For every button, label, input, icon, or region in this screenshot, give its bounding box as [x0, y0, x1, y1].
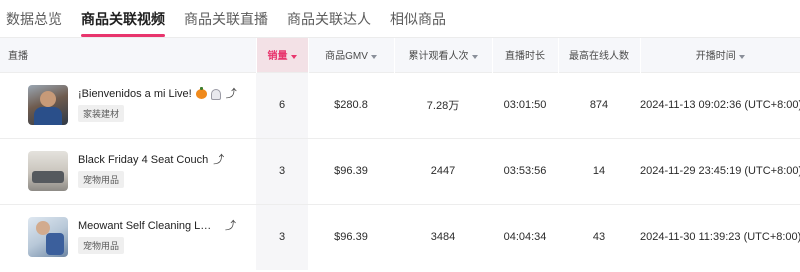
start-time-value: 2024-11-29 23:45:19 (UTC+8:00) [640, 137, 800, 204]
sales-value: 3 [256, 137, 308, 204]
peak-online-value: 43 [558, 203, 640, 270]
column-header-start-time[interactable]: 开播时间 [639, 38, 800, 72]
sales-value: 3 [256, 203, 308, 270]
live-thumbnail[interactable] [28, 85, 68, 125]
ghost-icon [210, 88, 221, 100]
duration-value: 03:53:56 [492, 137, 558, 204]
live-thumbnail[interactable] [28, 151, 68, 191]
views-value: 7.28万 [394, 71, 492, 138]
category-tag: 宠物用品 [78, 237, 125, 255]
live-cell[interactable]: Black Friday 4 Seat Couch ⤴ 宠物用品 [0, 151, 256, 191]
sort-caret-icon [370, 54, 377, 59]
duration-value: 03:01:50 [492, 71, 558, 138]
duration-value: 04:04:34 [492, 203, 558, 270]
live-cell[interactable]: Meowant Self Cleaning Litter Box ⤴ 宠物用品 [0, 217, 256, 258]
tab-product-lives[interactable]: 商品关联直播 [184, 0, 268, 38]
tab-data-overview[interactable]: 数据总览 [6, 0, 62, 38]
live-title[interactable]: Meowant Self Cleaning Litter Box [78, 220, 213, 232]
gmv-value: $280.8 [308, 71, 394, 138]
live-thumbnail[interactable] [28, 217, 68, 258]
tab-similar-products[interactable]: 相似商品 [390, 0, 446, 38]
sort-caret-icon [290, 54, 297, 59]
peak-online-value: 14 [558, 137, 640, 204]
live-title[interactable]: Black Friday 4 Seat Couch [78, 154, 208, 166]
sales-value: 6 [256, 71, 308, 138]
column-header-peak-online: 最高在线人数 [557, 38, 640, 72]
live-title[interactable]: ¡Bienvenidos a mi Live! [78, 88, 192, 100]
gmv-value: $96.39 [308, 203, 394, 270]
table-header-row: 直播 销量 商品GMV 累计观看人次 直播时长 最高在线人数 开播时间 [0, 38, 800, 72]
start-time-value: 2024-11-30 11:39:23 (UTC+8:00) [640, 203, 800, 270]
gmv-value: $96.39 [308, 137, 394, 204]
tab-product-creators[interactable]: 商品关联达人 [287, 0, 371, 38]
start-time-value: 2024-11-13 09:02:36 (UTC+8:00) [640, 71, 800, 138]
column-header-live: 直播 [0, 38, 256, 72]
views-value: 3484 [394, 203, 492, 270]
live-table: 直播 销量 商品GMV 累计观看人次 直播时长 最高在线人数 开播时间 ¡Bie… [0, 38, 800, 270]
column-header-sales[interactable]: 销量 [255, 38, 308, 72]
sort-caret-icon [738, 54, 745, 59]
category-tag: 家装建材 [78, 105, 125, 122]
column-header-views[interactable]: 累计观看人次 [393, 38, 492, 72]
peak-online-value: 874 [558, 71, 640, 138]
table-row[interactable]: ¡Bienvenidos a mi Live! ⤴ 家装建材 6 $280.8 … [0, 71, 800, 138]
pumpkin-icon [195, 87, 207, 99]
column-header-duration: 直播时长 [491, 38, 558, 72]
tab-product-videos[interactable]: 商品关联视频 [81, 0, 165, 38]
sort-caret-icon [471, 54, 478, 59]
category-tag: 宠物用品 [78, 171, 125, 188]
external-link-icon[interactable]: ⤴ [225, 220, 236, 232]
views-value: 2447 [394, 137, 492, 204]
live-cell[interactable]: ¡Bienvenidos a mi Live! ⤴ 家装建材 [0, 85, 256, 125]
external-link-icon[interactable]: ⤴ [213, 154, 224, 166]
external-link-icon[interactable]: ⤴ [226, 88, 237, 100]
tab-bar: 数据总览 商品关联视频 商品关联直播 商品关联达人 相似商品 [0, 0, 800, 38]
table-row[interactable]: Black Friday 4 Seat Couch ⤴ 宠物用品 3 $96.3… [0, 137, 800, 204]
column-header-gmv[interactable]: 商品GMV [307, 38, 394, 72]
table-row[interactable]: Meowant Self Cleaning Litter Box ⤴ 宠物用品 … [0, 203, 800, 270]
